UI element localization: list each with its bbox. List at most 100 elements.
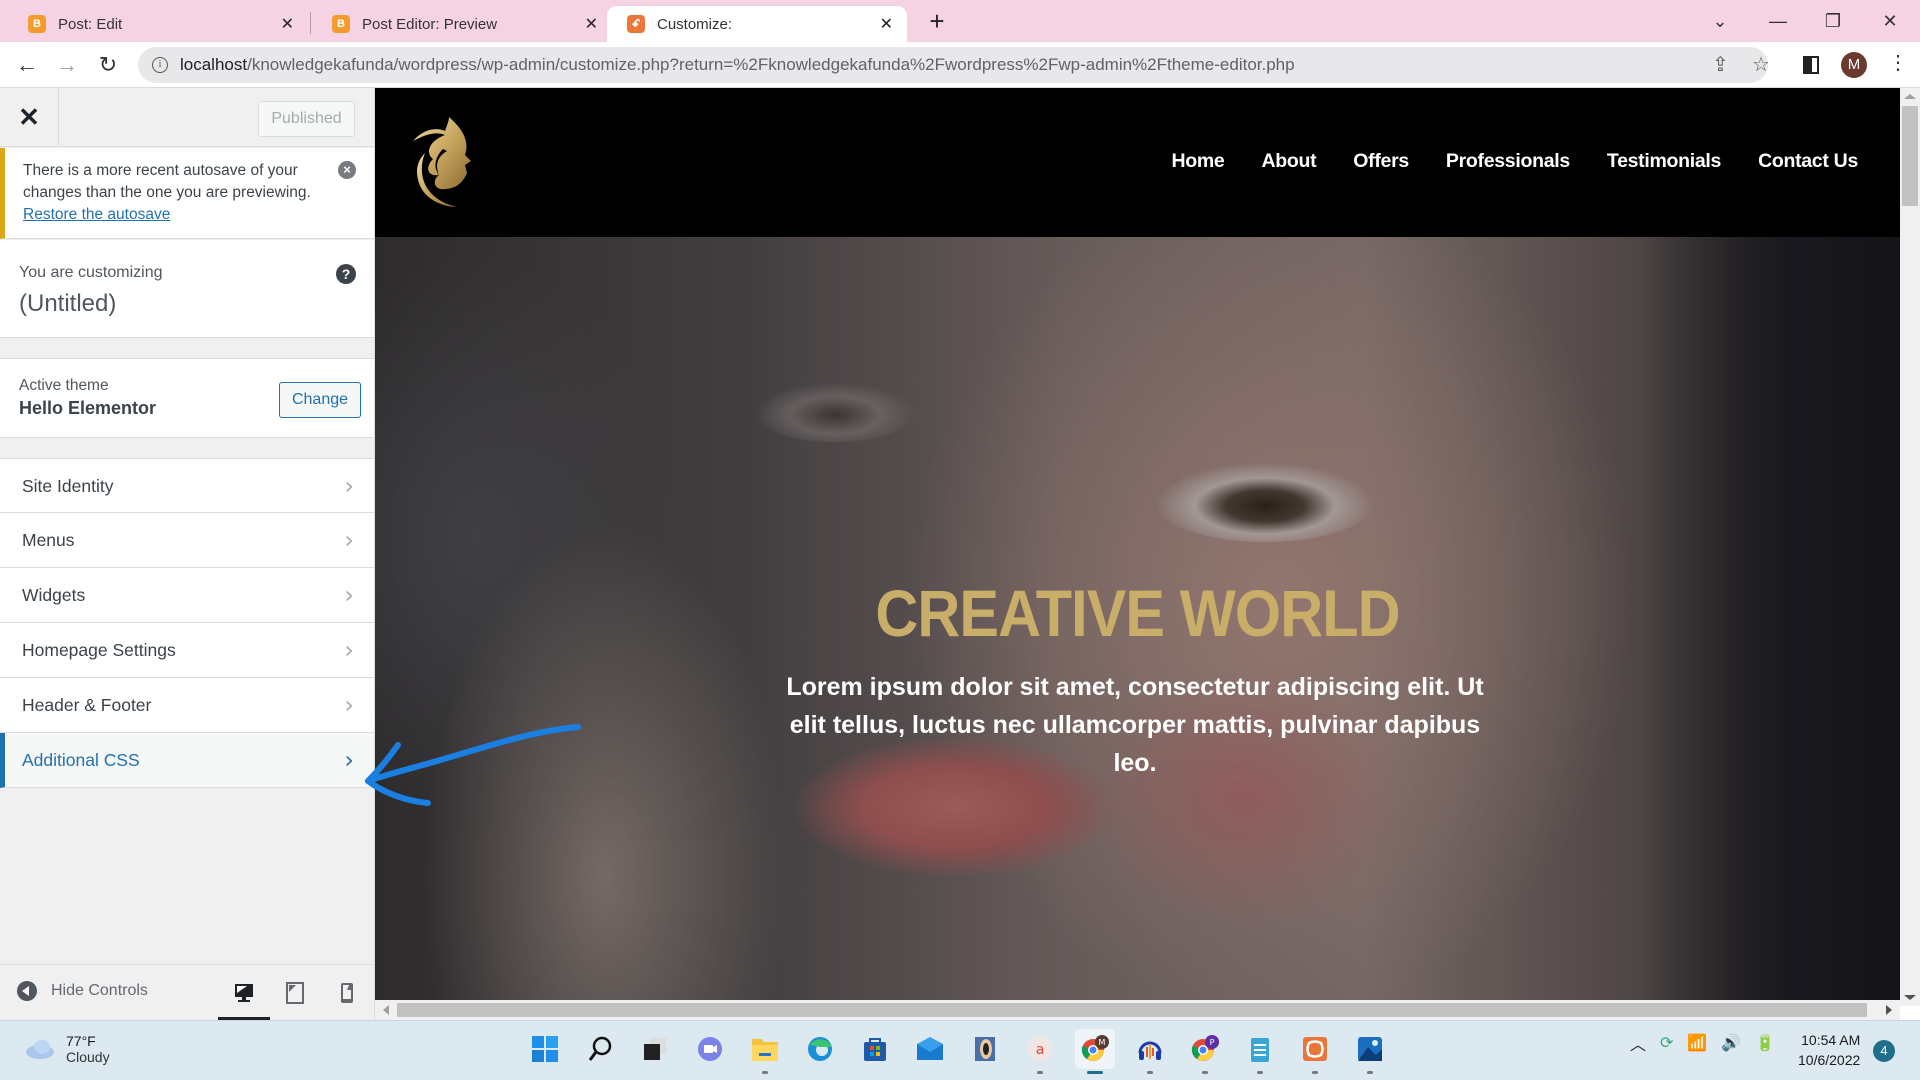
svg-text:P: P <box>1210 1038 1215 1047</box>
customizer-header: ✕ Published <box>0 88 374 147</box>
preview-vertical-scrollbar[interactable] <box>1900 88 1920 1006</box>
section-header-footer[interactable]: Header & Footer › <box>0 678 374 733</box>
tab-post-editor-preview[interactable]: B Post Editor: Preview ✕ <box>312 6 612 42</box>
scrollbar-thumb[interactable] <box>1902 106 1918 206</box>
close-window-button[interactable]: ✕ <box>1870 4 1910 38</box>
site-info-icon[interactable]: i <box>152 57 168 73</box>
preview-mobile-button[interactable] <box>321 975 373 1021</box>
customizer-footer: Hide Controls <box>0 964 374 1021</box>
weather-condition: Cloudy <box>66 1049 110 1065</box>
notification-badge[interactable]: 4 <box>1873 1040 1895 1062</box>
taskbar-app-mail[interactable] <box>910 1029 950 1069</box>
running-indicator <box>1257 1071 1263 1074</box>
url-host: localhost <box>180 55 248 74</box>
bookmark-star-icon[interactable]: ☆ <box>1752 52 1770 77</box>
minimize-button[interactable]: — <box>1758 4 1798 38</box>
svg-text:a: a <box>1036 1042 1045 1058</box>
battery-charging-icon[interactable]: 🔋 <box>1755 1033 1775 1053</box>
side-panel-icon[interactable] <box>1803 56 1819 74</box>
start-button[interactable] <box>525 1029 565 1069</box>
taskbar-app-xampp[interactable] <box>1295 1029 1335 1074</box>
dismiss-notice-icon[interactable]: × <box>338 161 356 179</box>
taskbar-app-file-explorer[interactable] <box>745 1029 785 1074</box>
site-title: (Untitled) <box>19 290 117 317</box>
back-arrow-icon[interactable]: ← <box>12 50 42 80</box>
help-icon[interactable]: ? <box>336 264 356 284</box>
nav-offers[interactable]: Offers <box>1353 150 1409 173</box>
taskbar-app-edge[interactable] <box>800 1029 840 1069</box>
forward-arrow-icon[interactable]: → <box>52 50 82 80</box>
hide-controls-button[interactable]: Hide Controls <box>17 981 148 1001</box>
restore-button[interactable]: ❐ <box>1813 4 1853 38</box>
task-view-icon <box>644 1038 666 1060</box>
nav-professionals[interactable]: Professionals <box>1446 150 1570 173</box>
preview-tablet-button[interactable] <box>269 975 321 1021</box>
section-site-identity[interactable]: Site Identity › <box>0 458 374 513</box>
chrome-icon: P <box>1191 1035 1219 1061</box>
taskbar-app-notepad[interactable] <box>1240 1029 1280 1074</box>
preview-horizontal-scrollbar[interactable] <box>375 1000 1900 1020</box>
profile-avatar[interactable]: M <box>1841 52 1867 78</box>
tab-customize[interactable]: ꗃ Customize: ✕ <box>607 6 907 42</box>
sync-icon[interactable]: ⟳ <box>1660 1033 1673 1053</box>
taskbar-app-audacity[interactable] <box>1130 1029 1170 1074</box>
taskbar-clock[interactable]: 10:54 AM 10/6/2022 <box>1798 1030 1860 1070</box>
tab-post-edit[interactable]: B Post: Edit ✕ <box>8 6 308 42</box>
task-view-button[interactable] <box>635 1029 675 1069</box>
taskbar-search-button[interactable] <box>580 1029 620 1069</box>
taskbar-app-media-player[interactable] <box>965 1029 1005 1069</box>
running-indicator <box>1087 1071 1103 1074</box>
customizing-label: You are customizing <box>19 264 163 281</box>
mail-icon <box>917 1037 943 1060</box>
reload-icon[interactable]: ↻ <box>93 50 123 80</box>
svg-text:M: M <box>1099 1038 1106 1047</box>
site-nav: Home About Offers Professionals Testimon… <box>1171 150 1858 173</box>
menu-kebab-icon[interactable]: ⋮ <box>1888 50 1908 75</box>
close-tab-icon[interactable]: ✕ <box>585 14 598 34</box>
tab-search-chevron-icon[interactable]: ⌄ <box>1700 4 1740 38</box>
close-tab-icon[interactable]: ✕ <box>281 14 294 34</box>
wifi-icon[interactable]: 📶 <box>1687 1033 1707 1053</box>
section-menus[interactable]: Menus › <box>0 513 374 568</box>
new-tab-button[interactable]: + <box>922 6 952 36</box>
restore-autosave-link[interactable]: Restore the autosave <box>23 206 170 223</box>
scroll-up-arrow-icon[interactable] <box>1904 94 1916 99</box>
nav-home[interactable]: Home <box>1171 150 1224 173</box>
close-tab-icon[interactable]: ✕ <box>880 14 893 34</box>
section-widgets[interactable]: Widgets › <box>0 568 374 623</box>
section-additional-css[interactable]: Additional CSS › <box>0 733 374 788</box>
preview-desktop-button[interactable] <box>218 975 270 1021</box>
running-indicator <box>1312 1071 1318 1074</box>
taskbar-app-store[interactable] <box>855 1029 895 1069</box>
share-icon[interactable]: ⇪ <box>1712 52 1729 77</box>
taskbar-app-chrome-p[interactable]: P <box>1185 1029 1225 1074</box>
taskbar-app-photos[interactable] <box>1350 1029 1390 1074</box>
address-bar[interactable]: i localhost/knowledgekafunda/wordpress/w… <box>138 47 1768 83</box>
section-homepage-settings[interactable]: Homepage Settings › <box>0 623 374 678</box>
scroll-left-arrow-icon[interactable] <box>383 1005 389 1015</box>
close-customizer-icon[interactable]: ✕ <box>0 88 59 147</box>
volume-icon[interactable]: 🔊 <box>1721 1033 1741 1053</box>
microsoft-store-icon <box>864 1038 886 1061</box>
nav-contact-us[interactable]: Contact Us <box>1758 150 1858 173</box>
scroll-down-arrow-icon[interactable] <box>1904 995 1916 1000</box>
weather-widget[interactable]: 77°F Cloudy <box>24 1033 110 1065</box>
photos-icon <box>1358 1037 1382 1061</box>
scrollbar-thumb[interactable] <box>397 1003 1867 1017</box>
site-logo[interactable] <box>405 113 477 213</box>
taskbar-app-teams[interactable] <box>690 1029 730 1069</box>
change-theme-button[interactable]: Change <box>279 382 361 418</box>
tablet-icon <box>286 982 304 1004</box>
app-a-icon: a <box>1028 1037 1052 1061</box>
taskbar-app-a[interactable]: a <box>1020 1029 1060 1074</box>
publish-button[interactable]: Published <box>258 101 355 137</box>
nav-about[interactable]: About <box>1261 150 1316 173</box>
scroll-right-arrow-icon[interactable] <box>1886 1005 1892 1015</box>
section-label: Site Identity <box>22 476 114 496</box>
browser-tab-strip: B Post: Edit ✕ B Post Editor: Preview ✕ … <box>0 0 1920 42</box>
show-hidden-icons-chevron-icon[interactable]: ︿ <box>1630 1031 1646 1055</box>
nav-testimonials[interactable]: Testimonials <box>1607 150 1721 173</box>
taskbar-app-chrome-m[interactable]: M <box>1075 1029 1115 1074</box>
windows-taskbar: 77°F Cloudy a M P ︿ ⟳ 📶 🔊 🔋 10:54 AM 10/… <box>0 1020 1920 1080</box>
chevron-right-icon: › <box>344 472 354 500</box>
